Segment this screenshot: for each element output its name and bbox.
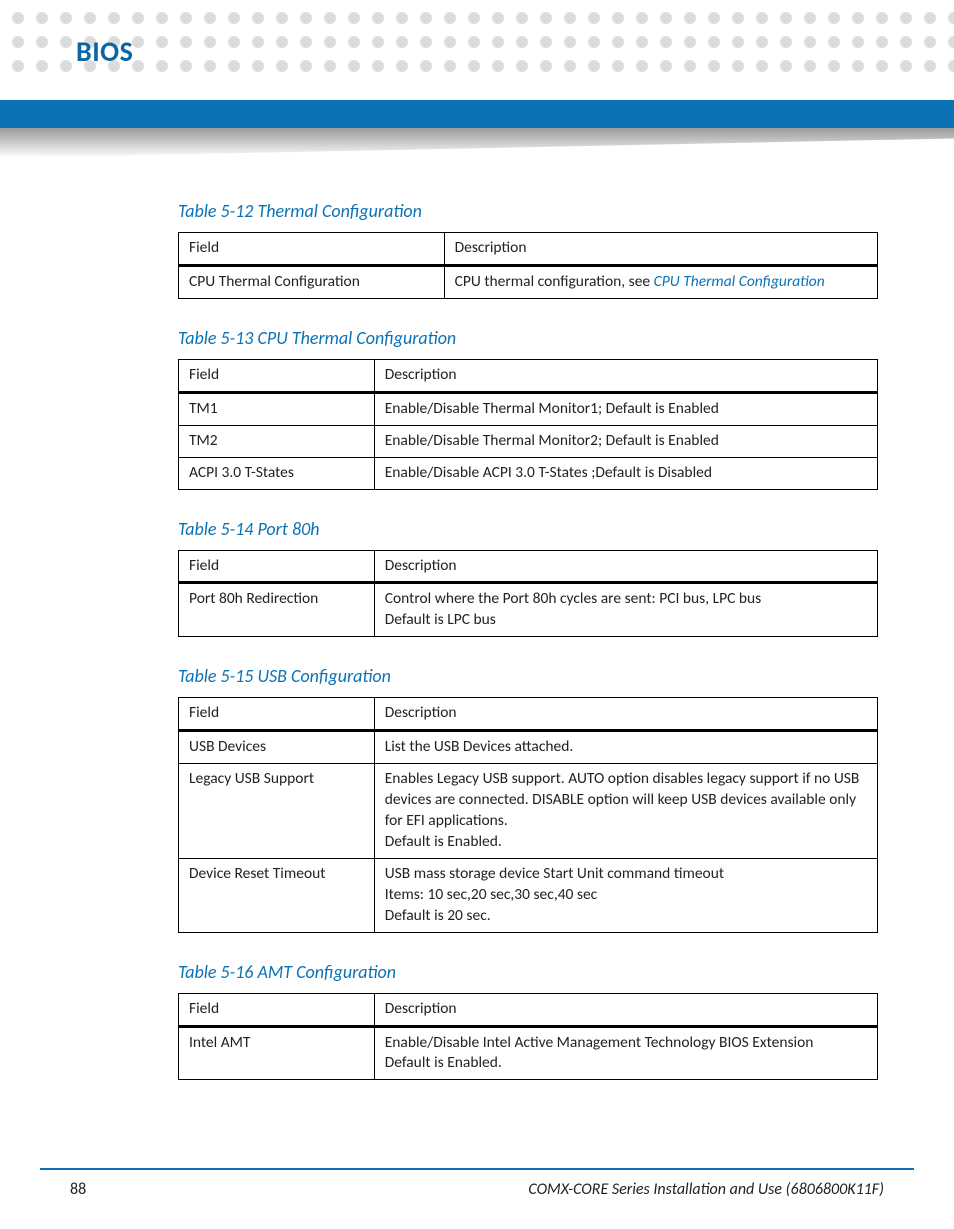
table-thermal-configuration: Field Description CPU Thermal Configurat…	[178, 232, 878, 299]
page-number: 88	[70, 1180, 86, 1199]
cell-description: Enable/Disable ACPI 3.0 T-States ;Defaul…	[374, 457, 877, 489]
cell-field: TM2	[179, 425, 375, 457]
header-grey-wedge	[0, 128, 954, 158]
cell-field: USB Devices	[179, 731, 375, 764]
cell-field: Legacy USB Support	[179, 764, 375, 859]
table-cpu-thermal-configuration: Field Description TM1 Enable/Disable The…	[178, 359, 878, 490]
col-header-description: Description	[374, 550, 877, 583]
table-row: CPU Thermal Configuration CPU thermal co…	[179, 265, 878, 298]
col-header-description: Description	[444, 233, 877, 266]
table-head-row: Field Description	[179, 698, 878, 731]
cell-field: ACPI 3.0 T-States	[179, 457, 375, 489]
document-title: COMX-CORE Series Installation and Use (6…	[528, 1180, 884, 1199]
header-blue-bar	[0, 100, 954, 128]
table-caption: Table 5-12 Thermal Configuration	[178, 200, 878, 222]
table-caption: Table 5-15 USB Configuration	[178, 665, 878, 687]
cell-field: TM1	[179, 392, 375, 425]
cell-description: CPU thermal configuration, see CPU Therm…	[444, 265, 877, 298]
table-caption: Table 5-16 AMT Configuration	[178, 961, 878, 983]
chapter-title: BIOS	[76, 34, 133, 69]
table-row: TM2 Enable/Disable Thermal Monitor2; Def…	[179, 425, 878, 457]
table-row: Port 80h Redirection Control where the P…	[179, 583, 878, 637]
col-header-field: Field	[179, 233, 445, 266]
page-content: Table 5-12 Thermal Configuration Field D…	[0, 160, 954, 1128]
page-header-decor: BIOS	[0, 0, 954, 160]
table-head-row: Field Description	[179, 993, 878, 1026]
table-usb-configuration: Field Description USB Devices List the U…	[178, 697, 878, 932]
table-head-row: Field Description	[179, 359, 878, 392]
table-head-row: Field Description	[179, 550, 878, 583]
cell-text: CPU thermal configuration, see	[455, 272, 654, 291]
cell-description: Enables Legacy USB support. AUTO option …	[374, 764, 877, 859]
table-row: Legacy USB Support Enables Legacy USB su…	[179, 764, 878, 859]
table-port-80h: Field Description Port 80h Redirection C…	[178, 550, 878, 638]
cell-description: List the USB Devices attached.	[374, 731, 877, 764]
cell-field: Port 80h Redirection	[179, 583, 375, 637]
table-amt-configuration: Field Description Intel AMT Enable/Disab…	[178, 993, 878, 1081]
cell-description: Enable/Disable Intel Active Management T…	[374, 1026, 877, 1080]
col-header-field: Field	[179, 698, 375, 731]
table-row: Device Reset Timeout USB mass storage de…	[179, 858, 878, 932]
table-row: USB Devices List the USB Devices attache…	[179, 731, 878, 764]
col-header-description: Description	[374, 359, 877, 392]
cross-reference-link[interactable]: CPU Thermal Configuration	[654, 272, 825, 291]
cell-description: Enable/Disable Thermal Monitor2; Default…	[374, 425, 877, 457]
cell-description: Enable/Disable Thermal Monitor1; Default…	[374, 392, 877, 425]
table-row: Intel AMT Enable/Disable Intel Active Ma…	[179, 1026, 878, 1080]
table-row: TM1 Enable/Disable Thermal Monitor1; Def…	[179, 392, 878, 425]
cell-description: Control where the Port 80h cycles are se…	[374, 583, 877, 637]
cell-description: USB mass storage device Start Unit comma…	[374, 858, 877, 932]
col-header-field: Field	[179, 993, 375, 1026]
col-header-description: Description	[374, 698, 877, 731]
page-footer: 88 COMX-CORE Series Installation and Use…	[40, 1168, 914, 1229]
col-header-field: Field	[179, 550, 375, 583]
cell-field: Device Reset Timeout	[179, 858, 375, 932]
table-head-row: Field Description	[179, 233, 878, 266]
table-caption: Table 5-14 Port 80h	[178, 518, 878, 540]
col-header-field: Field	[179, 359, 375, 392]
table-caption: Table 5-13 CPU Thermal Configuration	[178, 327, 878, 349]
col-header-description: Description	[374, 993, 877, 1026]
dot-pattern	[0, 0, 954, 80]
cell-field: CPU Thermal Configuration	[179, 265, 445, 298]
cell-field: Intel AMT	[179, 1026, 375, 1080]
table-row: ACPI 3.0 T-States Enable/Disable ACPI 3.…	[179, 457, 878, 489]
